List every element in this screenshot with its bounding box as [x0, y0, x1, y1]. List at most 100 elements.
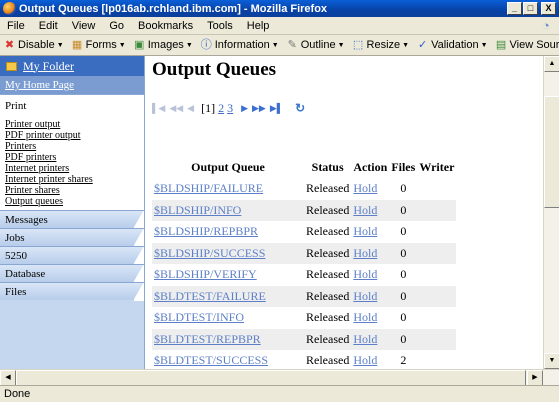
writer-cell-cell: [417, 328, 457, 350]
sidebar-item-printer-shares[interactable]: Printer shares: [5, 185, 144, 196]
hold-cell: Hold: [351, 242, 390, 264]
minimize-button[interactable]: _: [507, 2, 522, 15]
sidebar-my-home-page[interactable]: My Home Page: [0, 76, 144, 94]
hold-cell: Hold: [351, 199, 390, 221]
scroll-down-arrow-icon[interactable]: ▼: [544, 353, 559, 369]
sidebar-section-jobs[interactable]: Jobs: [0, 228, 144, 247]
close-button[interactable]: X: [541, 2, 556, 15]
next-pages-icon[interactable]: ▶▶: [252, 103, 266, 114]
column-header-action[interactable]: Action: [351, 157, 389, 178]
files-count-cell: 0: [389, 307, 417, 329]
hold-link[interactable]: Hold: [353, 246, 377, 260]
sidebar-item-internet-printers[interactable]: Internet printers: [5, 163, 144, 174]
page-title: Output Queues: [152, 59, 277, 80]
hold-cell: Hold: [351, 221, 389, 243]
sidebar-item-internet-printer-shares[interactable]: Internet printer shares: [5, 174, 144, 185]
sidebar-section-5250[interactable]: 5250: [0, 246, 144, 265]
menu-bookmarks[interactable]: Bookmarks: [131, 20, 200, 32]
column-header-output-queue[interactable]: Output Queue: [152, 157, 304, 178]
output-queue-link[interactable]: $BLDSHIP/REPBPR: [154, 224, 258, 238]
menu-go[interactable]: Go: [102, 20, 131, 32]
output-queue-link[interactable]: $BLDTEST/REPBPR: [154, 332, 261, 346]
view-source-icon: ▤: [495, 38, 507, 51]
table-row: $BLDSHIP/SUCCESS Released Hold 0: [152, 242, 457, 264]
information-icon: ⓘ: [200, 38, 212, 51]
hold-link[interactable]: Hold: [353, 289, 377, 303]
sidebar-item-printer-output[interactable]: Printer output: [5, 119, 144, 130]
sidebar-section-print[interactable]: Print: [0, 94, 144, 116]
toolbar-view-source[interactable]: ▤View Source: [492, 39, 559, 52]
status-cell: Released: [306, 288, 350, 303]
toolbar-disable[interactable]: ✖ Disable ▼: [0, 39, 68, 52]
sidebar-item-printers[interactable]: Printers: [5, 141, 144, 152]
hold-link[interactable]: Hold: [353, 181, 377, 195]
status-cell-cell: Released: [304, 350, 351, 369]
status-cell: Released: [306, 353, 350, 368]
menu-file[interactable]: File: [0, 20, 32, 32]
toolbar-resize[interactable]: ⬚ Resize ▼: [349, 39, 414, 52]
menu-edit[interactable]: Edit: [32, 20, 65, 32]
toolbar-outline[interactable]: ✎ Outline ▼: [283, 39, 349, 52]
forms-icon: ▦: [71, 38, 83, 51]
last-page-icon[interactable]: ▶▌: [270, 103, 283, 114]
scroll-right-arrow-icon[interactable]: ▶: [527, 370, 543, 386]
scroll-up-arrow-icon[interactable]: ▲: [544, 56, 559, 72]
output-queue-link[interactable]: $BLDTEST/INFO: [154, 310, 244, 324]
hold-link[interactable]: Hold: [353, 310, 377, 324]
sidebar-item-pdf-printer-output[interactable]: PDF printer output: [5, 130, 144, 141]
hold-link[interactable]: Hold: [353, 224, 377, 238]
sidebar-section-messages[interactable]: Messages: [0, 210, 144, 229]
files-count: 0: [400, 288, 407, 303]
output-queue-cell: $BLDSHIP/VERIFY: [152, 264, 304, 286]
menu-tools[interactable]: Tools: [200, 20, 240, 32]
previous-page-icon[interactable]: ◀: [187, 103, 194, 114]
status-cell-cell: Released: [304, 199, 352, 221]
column-header-status[interactable]: Status: [304, 157, 351, 178]
hold-link[interactable]: Hold: [353, 203, 377, 217]
toolbar-validation[interactable]: ✓ Validation ▼: [413, 39, 491, 52]
files-count: 0: [400, 245, 407, 260]
output-queue-cell: $BLDSHIP/FAILURE: [152, 178, 304, 200]
hold-link[interactable]: Hold: [353, 332, 377, 346]
output-queue-link[interactable]: $BLDSHIP/FAILURE: [154, 181, 263, 195]
output-queue-link[interactable]: $BLDSHIP/SUCCESS: [154, 246, 265, 260]
first-page-icon[interactable]: ▌◀: [152, 103, 165, 114]
toolbar-images[interactable]: ▣ Images ▼: [130, 39, 197, 52]
output-queue-link[interactable]: $BLDTEST/SUCCESS: [154, 353, 268, 367]
horizontal-scroll-thumb[interactable]: [16, 370, 526, 386]
horizontal-scrollbar[interactable]: ◀ ▶: [0, 369, 559, 386]
output-queue-cell: $BLDTEST/SUCCESS: [152, 350, 304, 369]
scroll-left-arrow-icon[interactable]: ◀: [0, 370, 16, 386]
menu-view[interactable]: View: [65, 20, 103, 32]
next-page-icon[interactable]: ▶: [241, 103, 248, 114]
refresh-icon[interactable]: ↻: [295, 101, 305, 116]
writer-cell-cell: [417, 307, 456, 329]
maximize-button[interactable]: □: [523, 2, 538, 15]
page-link-3[interactable]: 3: [227, 101, 233, 116]
vertical-scroll-thumb[interactable]: [544, 96, 559, 208]
status-cell-cell: Released: [304, 285, 352, 307]
files-count-cell: 0: [389, 199, 418, 221]
menu-help[interactable]: Help: [240, 20, 277, 32]
sidebar-item-pdf-printers[interactable]: PDF printers: [5, 152, 144, 163]
output-queue-link[interactable]: $BLDTEST/FAILURE: [154, 289, 266, 303]
hold-link[interactable]: Hold: [353, 353, 377, 367]
column-header-files[interactable]: Files: [389, 157, 417, 178]
sidebar-my-folder[interactable]: My Folder: [0, 56, 144, 76]
output-queue-link[interactable]: $BLDSHIP/VERIFY: [154, 267, 257, 281]
previous-pages-icon[interactable]: ◀◀: [169, 103, 183, 114]
window-title-bar[interactable]: Output Queues [lp016ab.rchland.ibm.com] …: [0, 0, 559, 17]
toolbar-forms[interactable]: ▦ Forms ▼: [68, 39, 130, 52]
hold-link[interactable]: Hold: [353, 267, 377, 281]
vertical-scrollbar[interactable]: ▲ ▼: [543, 56, 559, 369]
output-queue-link[interactable]: $BLDSHIP/INFO: [154, 203, 241, 217]
sidebar-section-database[interactable]: Database: [0, 264, 144, 283]
page-link-2[interactable]: 2: [218, 101, 224, 116]
sidebar-item-output-queues[interactable]: Output queues: [5, 196, 144, 207]
toolbar-information[interactable]: ⓘ Information ▼: [197, 39, 283, 52]
column-header-writer[interactable]: Writer: [417, 157, 456, 178]
sidebar-section-files[interactable]: Files: [0, 282, 144, 301]
status-cell: Released: [306, 331, 350, 346]
page-viewport: My Folder My Home Page Print Printer out…: [0, 56, 543, 369]
writer-cell-cell: [417, 350, 456, 369]
